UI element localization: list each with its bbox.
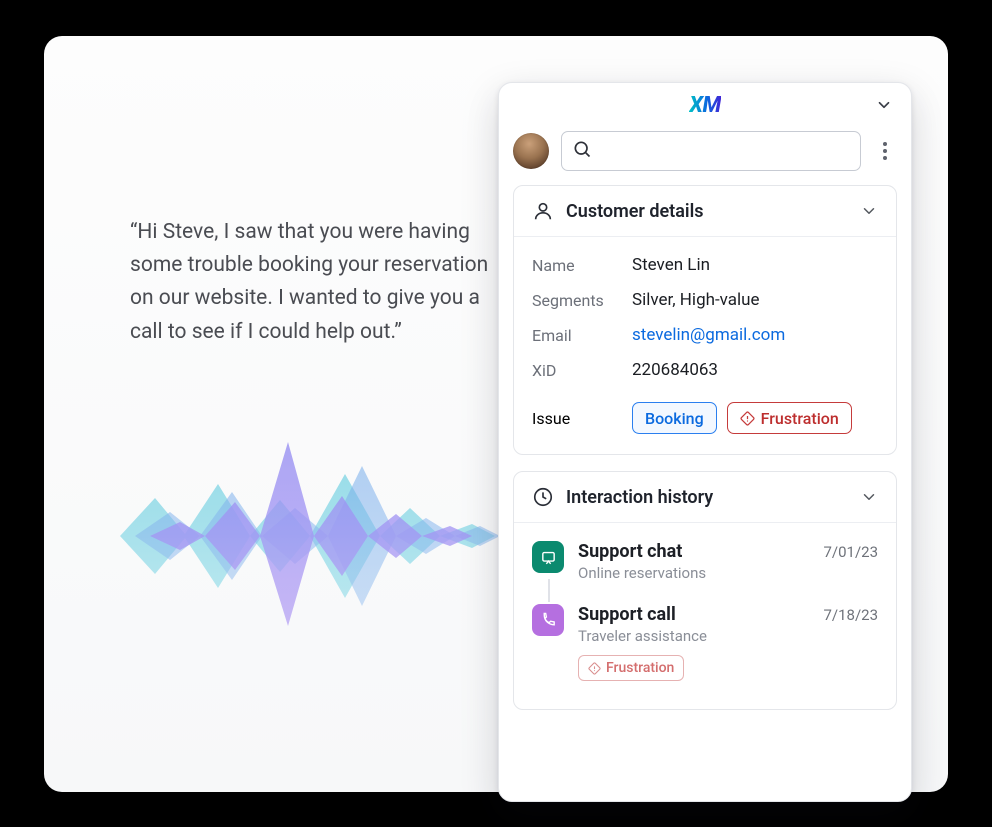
customer-details-card: Customer details Name Steven Lin Segment… bbox=[513, 185, 897, 455]
audio-waveform-decorative bbox=[100, 426, 510, 646]
name-label: Name bbox=[532, 256, 632, 275]
user-avatar[interactable] bbox=[513, 133, 549, 169]
customer-details-title: Customer details bbox=[566, 201, 848, 222]
xid-value: 220684063 bbox=[632, 360, 878, 380]
more-options-button[interactable] bbox=[873, 135, 897, 167]
clock-icon bbox=[532, 486, 554, 508]
segments-label: Segments bbox=[532, 291, 632, 310]
history-item-title: Support chat bbox=[578, 541, 682, 562]
customer-details-body: Name Steven Lin Segments Silver, High-va… bbox=[514, 237, 896, 454]
xid-label: XiD bbox=[532, 361, 632, 380]
warning-icon bbox=[588, 662, 601, 675]
tag-booking-label: Booking bbox=[645, 409, 704, 428]
search-box[interactable] bbox=[561, 131, 861, 171]
history-item-subtitle: Online reservations bbox=[578, 564, 878, 582]
xm-logo: XM bbox=[689, 93, 720, 118]
history-item-body: Support chat 7/01/23 Online reservations bbox=[578, 541, 878, 582]
phone-icon bbox=[532, 604, 564, 636]
chevron-down-icon bbox=[860, 202, 878, 220]
history-item[interactable]: Support call 7/18/23 Traveler assistance… bbox=[532, 604, 878, 703]
customer-fields: Name Steven Lin Segments Silver, High-va… bbox=[532, 255, 878, 380]
person-icon bbox=[532, 200, 554, 222]
call-script-quote: “Hi Steve, I saw that you were having so… bbox=[130, 216, 490, 349]
history-item-title: Support call bbox=[578, 604, 676, 625]
panel-header: XM bbox=[499, 83, 911, 127]
canvas: “Hi Steve, I saw that you were having so… bbox=[44, 36, 948, 792]
tag-booking[interactable]: Booking bbox=[632, 402, 717, 434]
tag-frustration-label: Frustration bbox=[761, 409, 839, 428]
chat-icon bbox=[532, 541, 564, 573]
search-input[interactable] bbox=[592, 142, 850, 160]
xm-panel: XM C bbox=[498, 82, 912, 802]
interaction-history-card: Interaction history Support chat 7/01/23 bbox=[513, 471, 897, 710]
history-item-date: 7/18/23 bbox=[823, 606, 878, 624]
chevron-down-icon bbox=[860, 488, 878, 506]
history-item[interactable]: Support chat 7/01/23 Online reservations bbox=[532, 541, 878, 604]
interaction-history-title: Interaction history bbox=[566, 487, 848, 508]
history-item-subtitle: Traveler assistance bbox=[578, 627, 878, 645]
collapse-panel-button[interactable] bbox=[875, 96, 893, 114]
warning-icon bbox=[740, 411, 755, 426]
email-label: Email bbox=[532, 326, 632, 345]
history-item-tags: Frustration bbox=[578, 655, 878, 681]
quote-block: “Hi Steve, I saw that you were having so… bbox=[130, 216, 490, 349]
card-stack: Customer details Name Steven Lin Segment… bbox=[499, 185, 911, 710]
search-icon bbox=[572, 139, 592, 163]
tag-frustration[interactable]: Frustration bbox=[727, 402, 852, 434]
customer-details-header[interactable]: Customer details bbox=[514, 186, 896, 237]
email-value[interactable]: stevelin@gmail.com bbox=[632, 325, 878, 345]
tag-frustration-small: Frustration bbox=[578, 655, 684, 681]
issue-tags: Booking Frustration bbox=[632, 402, 878, 434]
history-item-date: 7/01/23 bbox=[823, 543, 878, 561]
tag-frustration-small-label: Frustration bbox=[606, 660, 674, 676]
history-item-body: Support call 7/18/23 Traveler assistance… bbox=[578, 604, 878, 681]
interaction-history-header[interactable]: Interaction history bbox=[514, 472, 896, 523]
search-row bbox=[499, 127, 911, 185]
interaction-history-body: Support chat 7/01/23 Online reservations bbox=[514, 523, 896, 709]
issue-row: Issue Booking Frustration bbox=[532, 402, 878, 434]
issue-label: Issue bbox=[532, 409, 632, 428]
segments-value: Silver, High-value bbox=[632, 290, 878, 310]
name-value: Steven Lin bbox=[632, 255, 878, 275]
